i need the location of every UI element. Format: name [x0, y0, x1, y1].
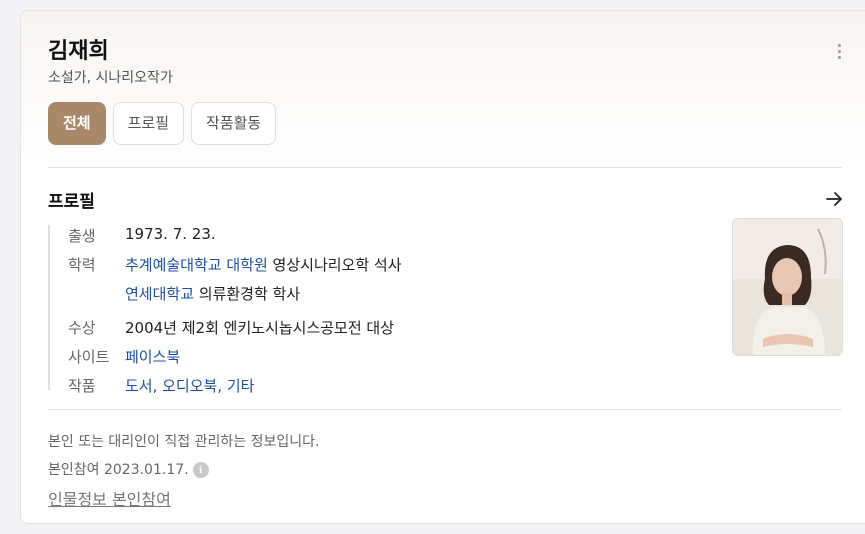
more-options-icon[interactable]	[829, 41, 849, 63]
education-link-2[interactable]: 연세대학교	[125, 285, 194, 303]
divider	[48, 167, 842, 168]
education-detail-2: 의류환경학 학사	[194, 285, 301, 303]
claim-date: 본인참여 2023.01.17.	[48, 462, 189, 478]
section-title: 프로필	[48, 192, 95, 212]
site-label: 사이트	[68, 348, 110, 366]
tab-works[interactable]: 작품활동	[191, 102, 277, 145]
claim-profile-link[interactable]: 인물정보 본인참여	[48, 486, 171, 510]
profile-card: 김재희 소설가, 시나리오작가 전체 프로필 작품활동 프로필 출생 1973.…	[20, 10, 865, 524]
works-label: 작품	[68, 377, 96, 395]
award-label: 수상	[68, 319, 96, 337]
birth-label: 출생	[68, 227, 96, 245]
divider	[48, 409, 842, 410]
education-detail-1: 영상시나리오학 석사	[267, 256, 402, 274]
person-roles: 소설가, 시나리오작가	[48, 70, 173, 86]
profile-info: 출생 1973. 7. 23. 학력 추계예술대학교 대학원 영상시나리오학 석…	[48, 225, 402, 395]
tab-bar: 전체 프로필 작품활동	[48, 102, 277, 145]
award-value: 2004년 제2회 엔키노시놉시스공모전 대상	[125, 319, 395, 337]
works-link[interactable]: 도서, 오디오북, 기타	[125, 377, 254, 395]
site-link[interactable]: 페이스북	[125, 348, 180, 366]
tab-all[interactable]: 전체	[48, 102, 106, 145]
education-link-1[interactable]: 추계예술대학교 대학원	[125, 256, 268, 274]
info-icon[interactable]: i	[192, 462, 209, 478]
birth-value: 1973. 7. 23.	[125, 225, 216, 243]
education-label: 학력	[68, 256, 96, 274]
management-notice: 본인 또는 대리인이 직접 관리하는 정보입니다.	[48, 434, 320, 450]
arrow-right-icon[interactable]	[824, 189, 844, 209]
profile-photo[interactable]	[732, 218, 843, 356]
person-name: 김재희	[48, 39, 109, 64]
tab-profile[interactable]: 프로필	[112, 102, 185, 145]
claim-status: 본인참여 2023.01.17. i	[48, 459, 209, 479]
